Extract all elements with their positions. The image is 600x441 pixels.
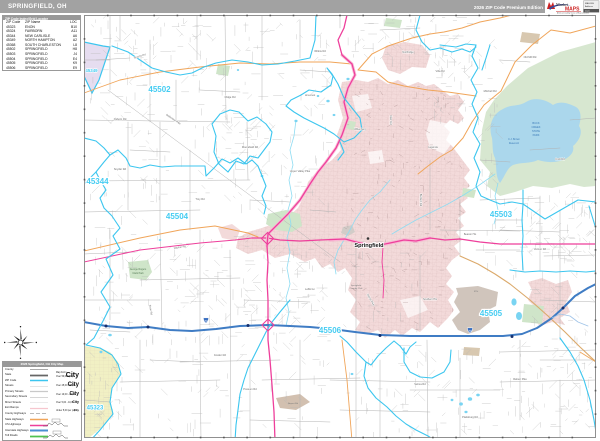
svg-text:Vernon Rd: Vernon Rd [534,247,547,251]
svg-text:Country Club: Country Club [350,287,364,290]
svg-text:45502: 45502 [148,85,171,94]
svg-text:45504: 45504 [166,212,189,221]
svg-text:Old Mill Rd: Old Mill Rd [524,55,537,59]
svg-text:Springfield: Springfield [351,284,362,287]
svg-text:KTH: KTH [474,291,479,293]
svg-text:CREEK: CREEK [532,125,541,129]
svg-text:Reservoir: Reservoir [509,142,519,145]
svg-text:Southern Hts: Southern Hts [423,298,438,301]
svg-text:Leffel Ln: Leffel Ln [305,287,315,291]
svg-text:Selma Rd: Selma Rd [414,382,426,386]
svg-text:Burnett Rd: Burnett Rd [419,194,423,207]
svg-text:www: www [585,11,590,13]
svg-text:45506: 45506 [319,326,342,335]
svg-text:Beacon Hts: Beacon Hts [464,233,477,236]
svg-text:Osborn Rd: Osborn Rd [114,117,127,121]
svg-text:Limecrest: Limecrest [305,94,316,97]
svg-text:Ridge Rd: Ridge Rd [225,95,236,99]
svg-text:Rebert Pike: Rebert Pike [513,377,527,381]
svg-text:Willow Rd: Willow Rd [314,49,326,53]
svg-text:Northridge: Northridge [402,51,414,54]
svg-text:Villa Rd: Villa Rd [436,69,445,73]
svg-text:Springfield: Springfield [354,243,384,249]
svg-text:Airport Rd: Airport Rd [288,402,299,405]
svg-text:45349: 45349 [85,68,98,73]
svg-text:BUCK: BUCK [532,121,539,125]
svg-text:45344: 45344 [86,177,109,186]
svg-text:Clark Park: Clark Park [132,272,144,275]
svg-text:Derr Rd: Derr Rd [389,115,393,125]
svg-text:STATE: STATE [532,129,540,133]
svg-text:Croft Rd: Croft Rd [555,157,565,161]
svg-text:Fowler Rd: Fowler Rd [214,353,226,357]
svg-text:C.J. Brown: C.J. Brown [508,138,520,141]
svg-text:Plattsburg Rd: Plattsburg Rd [462,415,478,419]
svg-text:Upper Valley Pike: Upper Valley Pike [290,169,311,173]
svg-text:Moorefield Rd: Moorefield Rd [242,145,259,149]
svg-text:PARK: PARK [533,133,540,137]
svg-text:70: 70 [468,329,472,333]
svg-text:70: 70 [204,319,208,323]
svg-text:MAILING: MAILING [585,2,594,5]
svg-text:George Rogers: George Rogers [130,268,147,271]
svg-text:Mitchell Rd: Mitchell Rd [484,89,497,93]
svg-text:45505: 45505 [480,309,503,318]
svg-text:Address: Address [585,5,594,8]
svg-text:Lagonda: Lagonda [428,146,438,149]
svg-text:Possum Rd: Possum Rd [243,387,257,391]
svg-text:45503: 45503 [490,210,513,219]
svg-text:Snyder Rd: Snyder Rd [114,167,127,171]
svg-text:45323: 45323 [87,406,104,412]
svg-text:Troy Rd: Troy Rd [195,197,205,201]
svg-text:Wittenberg: Wittenberg [354,128,366,131]
